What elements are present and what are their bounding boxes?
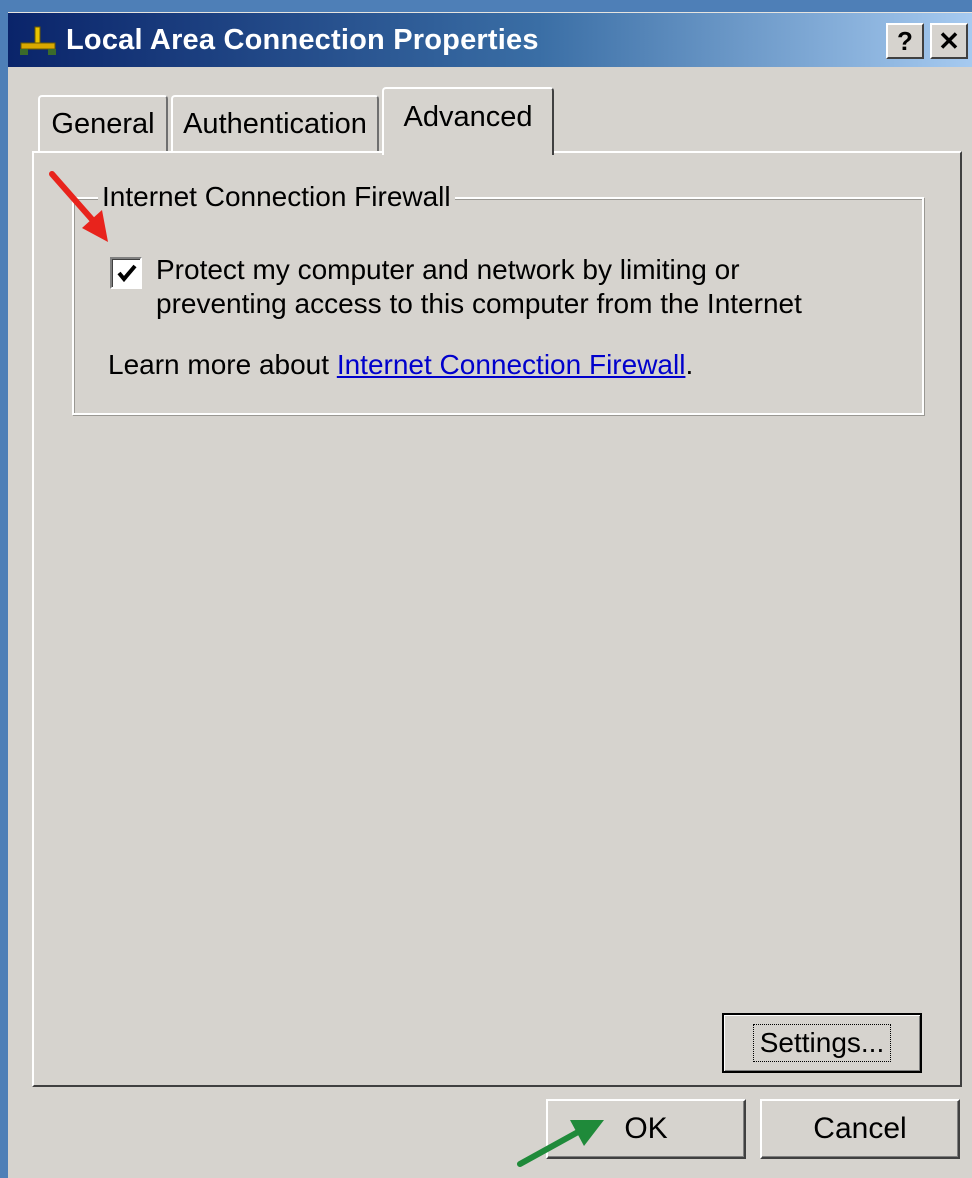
tab-general[interactable]: General: [38, 95, 168, 151]
firewall-checkbox-label[interactable]: Protect my computer and network by limit…: [156, 253, 856, 321]
tab-label: Advanced: [403, 101, 533, 133]
tab-authentication[interactable]: Authentication: [171, 95, 379, 151]
firewall-checkbox[interactable]: [110, 257, 142, 289]
groupbox-legend: Internet Connection Firewall: [98, 181, 455, 213]
network-connection-icon: [18, 25, 58, 57]
cancel-button-label: Cancel: [813, 1112, 907, 1145]
properties-dialog: Local Area Connection Properties ? ✕ Gen…: [8, 12, 972, 1178]
close-button[interactable]: ✕: [930, 23, 968, 59]
check-icon: [117, 264, 137, 283]
learn-more-suffix: .: [685, 349, 694, 380]
learn-more-text: Learn more about Internet Connection Fir…: [108, 349, 693, 381]
close-icon: ✕: [938, 25, 960, 56]
settings-button[interactable]: Settings...: [722, 1013, 922, 1073]
firewall-groupbox: Internet Connection Firewall Protect my …: [72, 181, 924, 415]
help-icon: ?: [897, 25, 913, 56]
help-button[interactable]: ?: [886, 23, 924, 59]
window-title: Local Area Connection Properties: [66, 24, 539, 56]
firewall-help-link[interactable]: Internet Connection Firewall: [337, 349, 686, 380]
tab-label: Authentication: [183, 107, 367, 140]
tab-advanced[interactable]: Advanced: [382, 87, 554, 155]
ok-button[interactable]: OK: [546, 1099, 746, 1159]
cancel-button[interactable]: Cancel: [760, 1099, 960, 1159]
ok-button-label: OK: [624, 1112, 668, 1145]
tab-label: General: [51, 107, 155, 140]
title-bar[interactable]: Local Area Connection Properties ? ✕: [8, 13, 972, 67]
learn-more-prefix: Learn more about: [108, 349, 337, 380]
settings-button-label: Settings...: [752, 1024, 892, 1062]
advanced-tab-panel: Internet Connection Firewall Protect my …: [32, 151, 962, 1087]
